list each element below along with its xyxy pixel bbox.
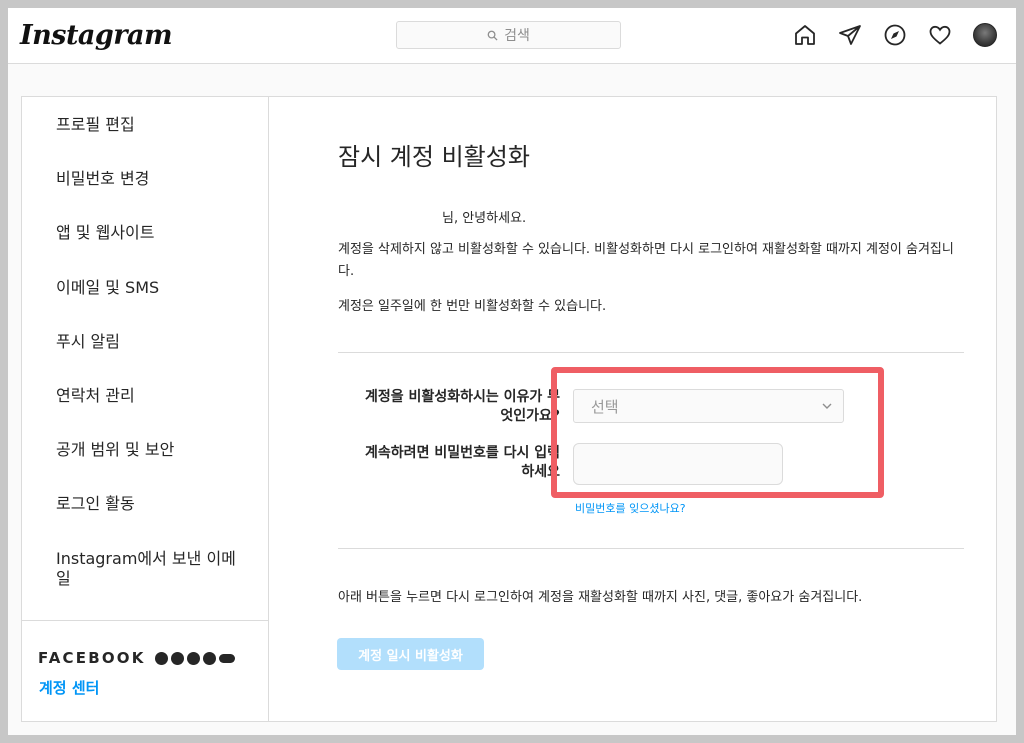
reason-select[interactable]: 선택 xyxy=(573,389,844,423)
sidebar-item-edit-profile[interactable]: 프로필 편집 xyxy=(22,115,135,135)
weekly-limit-note: 계정은 일주일에 한 번만 비활성화할 수 있습니다. xyxy=(338,299,607,314)
sidebar-item-login-activity[interactable]: 로그인 활동 xyxy=(22,494,135,514)
portal-icon xyxy=(218,653,235,663)
divider xyxy=(338,352,964,353)
whatsapp-icon xyxy=(202,651,216,665)
password-field[interactable] xyxy=(573,443,783,485)
activity-heart-icon[interactable] xyxy=(927,22,953,48)
greeting-text: 님, 안녕하세요. xyxy=(442,211,527,226)
search-placeholder: 검색 xyxy=(504,28,530,44)
direct-icon[interactable] xyxy=(837,22,863,48)
top-navigation-bar: Instagram 검색 xyxy=(8,8,1016,64)
sidebar-item-apps-websites[interactable]: 앱 및 웹사이트 xyxy=(22,223,155,243)
sidebar-item-privacy-security[interactable]: 공개 범위 및 보안 xyxy=(22,440,174,460)
reason-label: 계정을 비활성화하시는 이유가 무엇인가요? xyxy=(365,389,560,424)
deactivation-description: 계정을 삭제하지 않고 비활성화할 수 있습니다. 비활성화하면 다시 로그인하… xyxy=(338,242,954,279)
messenger-icon xyxy=(170,651,184,665)
username-redacted xyxy=(338,209,442,222)
search-icon xyxy=(487,30,498,41)
nav-icons xyxy=(792,22,998,48)
divider xyxy=(338,548,964,549)
app-window: Instagram 검색 프로필 편집 비밀번호 변경 앱 및 웹사이트 이메일… xyxy=(8,8,1016,735)
facebook-icon xyxy=(154,651,168,665)
sidebar-item-change-password[interactable]: 비밀번호 변경 xyxy=(22,169,149,189)
settings-card: 프로필 편집 비밀번호 변경 앱 및 웹사이트 이메일 및 SMS 푸시 알림 … xyxy=(21,96,997,722)
facebook-row: FACEBOOK xyxy=(38,649,235,667)
page-title: 잠시 계정 비활성화 xyxy=(338,143,530,171)
instagram-icon xyxy=(186,651,200,665)
password-label: 계속하려면 비밀번호를 다시 입력하세요 xyxy=(365,445,560,480)
home-icon[interactable] xyxy=(792,22,818,48)
sidebar-item-push-notifications[interactable]: 푸시 알림 xyxy=(22,332,120,352)
settings-sidebar: 프로필 편집 비밀번호 변경 앱 및 웹사이트 이메일 및 SMS 푸시 알림 … xyxy=(22,97,269,721)
hidden-content-note: 아래 버튼을 누르면 다시 로그인하여 계정을 재활성화할 때까지 사진, 댓글… xyxy=(338,590,863,605)
explore-icon[interactable] xyxy=(882,22,908,48)
sidebar-item-email-sms[interactable]: 이메일 및 SMS xyxy=(22,278,159,298)
greeting: 님, 안녕하세요. xyxy=(338,207,526,226)
facebook-wordmark: FACEBOOK xyxy=(38,649,146,667)
profile-avatar[interactable] xyxy=(972,22,998,48)
sidebar-footer: FACEBOOK 계정 센터 xyxy=(22,620,268,721)
main-content: 잠시 계정 비활성화 님, 안녕하세요. 계정을 삭제하지 않고 비활성화할 수… xyxy=(270,97,997,721)
chevron-down-icon xyxy=(822,403,832,409)
sidebar-item-manage-contacts[interactable]: 연락처 관리 xyxy=(22,386,135,406)
facebook-app-icons xyxy=(154,651,235,665)
instagram-logo[interactable]: Instagram xyxy=(20,20,173,51)
temporarily-deactivate-button[interactable]: 계정 일시 비활성화 xyxy=(337,638,484,670)
accounts-center-link[interactable]: 계정 센터 xyxy=(39,677,99,698)
reason-select-value: 선택 xyxy=(591,397,619,416)
forgot-password-link[interactable]: 비밀번호를 잊으셨나요? xyxy=(575,500,686,516)
search-box[interactable]: 검색 xyxy=(396,21,621,49)
sidebar-item-emails-from-instagram[interactable]: Instagram에서 보낸 이메일 xyxy=(22,549,247,589)
avatar xyxy=(973,23,997,47)
